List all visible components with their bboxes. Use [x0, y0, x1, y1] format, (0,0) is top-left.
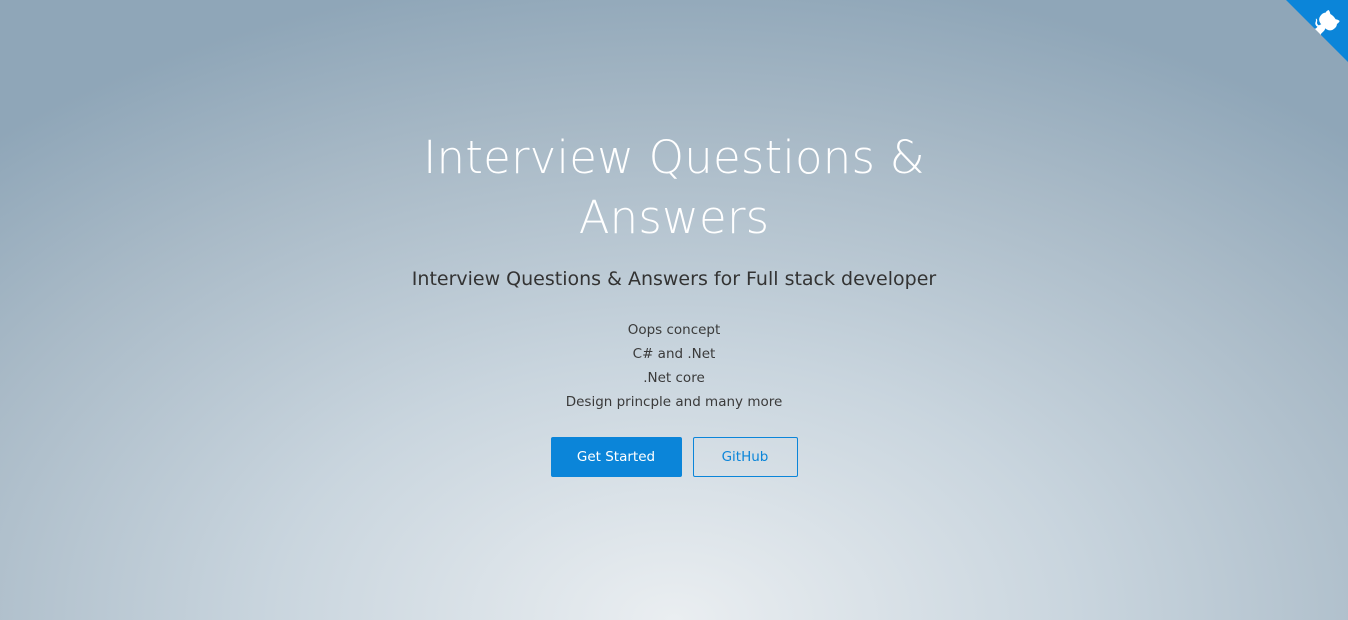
- page-title: Interview Questions & Answers: [423, 131, 925, 244]
- cover-main: Interview Questions & Answers Interview …: [0, 128, 1348, 477]
- cover-section: Interview Questions & Answers Interview …: [0, 0, 1348, 620]
- list-item: C# and .Net: [632, 346, 716, 362]
- list-item: .Net core: [643, 370, 705, 386]
- list-item: Design princple and many more: [565, 394, 783, 410]
- cover-buttons: Get Started GitHub: [0, 437, 1348, 477]
- get-started-button[interactable]: Get Started: [550, 437, 682, 477]
- list-item: Oops concept: [627, 322, 721, 338]
- github-button[interactable]: GitHub: [692, 437, 798, 477]
- github-corner-link[interactable]: [1286, 0, 1348, 62]
- topic-list: Oops concept C# and .Net .Net core Desig…: [0, 318, 1348, 414]
- cover-tagline: Interview Questions & Answers for Full s…: [411, 268, 937, 290]
- github-octocat-icon: [1286, 0, 1348, 62]
